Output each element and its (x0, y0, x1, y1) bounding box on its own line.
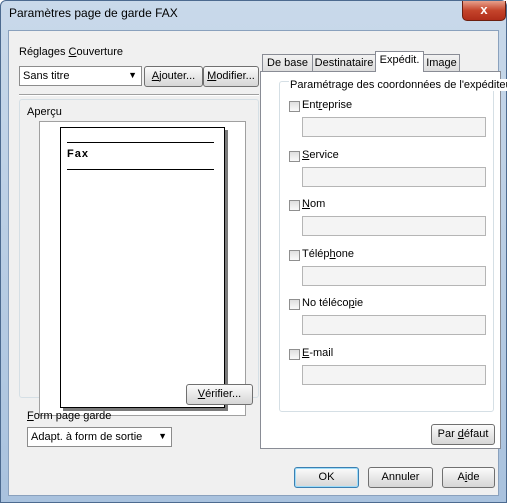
fax-number-field[interactable] (302, 315, 486, 335)
name-field[interactable] (302, 216, 486, 236)
tab-de-base[interactable]: De base (262, 54, 313, 72)
close-icon: x (480, 2, 488, 17)
cover-settings-value: Sans titre (23, 70, 70, 82)
form-value: Adapt. à form de sortie (31, 431, 143, 443)
preview-pane: Fax (39, 121, 246, 416)
tab-image[interactable]: Image (423, 54, 460, 72)
preview-label: Aperçu (27, 106, 62, 118)
company-field[interactable] (302, 117, 486, 137)
page-rule-bottom (67, 169, 214, 170)
name-label: Nom (302, 198, 326, 210)
email-field[interactable] (302, 365, 486, 385)
email-label: E-mail (302, 347, 334, 359)
cover-settings-label: Réglages Couverture (19, 46, 123, 58)
page-heading: Fax (67, 148, 89, 160)
default-button[interactable]: Par défaut (431, 424, 495, 445)
form-label: Form page garde (27, 410, 112, 422)
title-bar[interactable]: Paramètres page de garde FAX x (1, 1, 506, 27)
tab-panel-expediteur: Paramétrage des coordonnées de l'expédit… (260, 71, 507, 449)
sender-group-title: Paramétrage des coordonnées de l'expédit… (289, 79, 507, 91)
cover-page-preview: Fax (60, 127, 225, 408)
service-checkbox[interactable] (289, 151, 300, 162)
phone-field[interactable] (302, 266, 486, 286)
cancel-button[interactable]: Annuler (368, 467, 433, 488)
tab-destinataire[interactable]: Destinataire (312, 54, 376, 72)
fax-number-label: No télécopie (302, 297, 364, 309)
verify-button[interactable]: Vérifier... (186, 384, 253, 405)
phone-label: Téléphone (302, 248, 355, 260)
separator (19, 94, 259, 96)
name-checkbox[interactable] (289, 200, 300, 211)
company-checkbox[interactable] (289, 101, 300, 112)
form-select[interactable]: Adapt. à form de sortie ▼ (27, 427, 172, 447)
dialog-window: Paramètres page de garde FAX x Réglages … (0, 0, 507, 503)
add-button[interactable]: Ajouter... (144, 66, 203, 87)
chevron-down-icon: ▼ (158, 431, 167, 441)
modify-button[interactable]: Modifier... (203, 66, 259, 87)
page-rule-top (67, 142, 214, 143)
service-label: Service (302, 149, 339, 161)
window-title: Paramètres page de garde FAX (9, 6, 178, 20)
company-label: Entreprise (302, 99, 353, 111)
fax-number-checkbox[interactable] (289, 299, 300, 310)
cover-settings-select[interactable]: Sans titre ▼ (19, 66, 142, 86)
help-button[interactable]: Aide (442, 467, 495, 488)
email-checkbox[interactable] (289, 349, 300, 360)
chevron-down-icon: ▼ (128, 70, 137, 80)
close-button[interactable]: x (462, 1, 506, 21)
ok-button[interactable]: OK (294, 467, 359, 488)
dialog-client-area: Réglages Couverture Sans titre ▼ Ajouter… (8, 30, 507, 496)
phone-checkbox[interactable] (289, 250, 300, 261)
tab-expediteur[interactable]: Expédit. (375, 51, 424, 72)
service-field[interactable] (302, 167, 486, 187)
